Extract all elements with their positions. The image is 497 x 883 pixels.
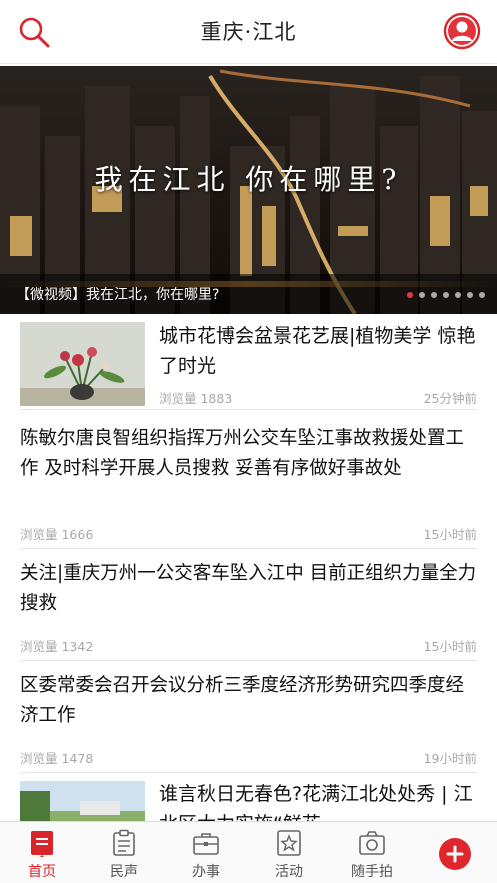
carousel-dots: [407, 292, 485, 298]
briefcase-icon: [193, 833, 219, 855]
news-item[interactable]: 城市花博会盆景花艺展|植物美学 惊艳了时光 浏览量 1883 25分钟前: [20, 314, 477, 410]
news-headline[interactable]: 陈敏尔唐良智组织指挥万州公交车坠江事故救援处置工作 及时科学开展人员搜救 妥善有…: [20, 424, 477, 484]
news-item[interactable]: 关注|重庆万州一公交客车坠入江中 目前正组织力量全力搜救 浏览量 1342 15…: [20, 549, 477, 661]
carousel-dot[interactable]: [467, 292, 473, 298]
news-headline[interactable]: 区委常委会召开会议分析三季度经济形势研究四季度经济工作: [20, 671, 477, 731]
news-timestamp: 15小时前: [423, 527, 477, 542]
bottom-tab-bar: 首页 民声 办事 活动 随手拍: [0, 821, 497, 883]
page-title: 重庆·江北: [200, 20, 297, 44]
carousel-dot[interactable]: [419, 292, 425, 298]
home-doc-icon: [31, 831, 53, 857]
plus-icon[interactable]: [438, 837, 472, 871]
news-timestamp: 25分钟前: [423, 391, 477, 406]
news-view-count: 浏览量 1478: [20, 751, 94, 766]
tab-label: 活动: [275, 864, 303, 880]
carousel-dot[interactable]: [431, 292, 437, 298]
tab-label: 随手拍: [351, 864, 393, 880]
news-timestamp: 15小时前: [423, 639, 477, 654]
news-item[interactable]: 陈敏尔唐良智组织指挥万州公交车坠江事故救援处置工作 及时科学开展人员搜救 妥善有…: [20, 410, 477, 549]
news-feed: 城市花博会盆景花艺展|植物美学 惊艳了时光 浏览量 1883 25分钟前 陈敏尔…: [0, 314, 497, 821]
news-timestamp: 19小时前: [423, 751, 477, 766]
news-headline[interactable]: 关注|重庆万州一公交客车坠入江中 目前正组织力量全力搜救: [20, 559, 477, 619]
tab-label: 首页: [28, 864, 56, 880]
news-view-count: 浏览量 1666: [20, 527, 94, 542]
banner-caption[interactable]: 【微视频】我在江北，你在哪里?: [16, 284, 219, 304]
tab-label: 办事: [192, 864, 220, 880]
news-view-count: 浏览量 1883: [159, 391, 233, 406]
news-headline[interactable]: 谁言秋日无春色?花满江北处处秀 | 江北区大力实施“鲜花: [159, 779, 477, 821]
news-thumbnail-street-flowers: [20, 781, 145, 821]
tab-services[interactable]: 办事: [166, 822, 246, 883]
news-thumbnail-flower-arrangement: [20, 322, 145, 406]
hero-banner[interactable]: 我在江北 你在哪里? 【微视频】我在江北，你在哪里?: [0, 66, 497, 314]
news-item[interactable]: 区委常委会召开会议分析三季度经济形势研究四季度经济工作 浏览量 1478 19小…: [20, 661, 477, 773]
camera-icon: [359, 831, 385, 855]
news-item[interactable]: 谁言秋日无春色?花满江北处处秀 | 江北区大力实施“鲜花: [20, 773, 477, 821]
news-headline[interactable]: 城市花博会盆景花艺展|植物美学 惊艳了时光: [159, 321, 477, 381]
carousel-dot[interactable]: [479, 292, 485, 298]
carousel-dot-active[interactable]: [407, 292, 413, 298]
tab-public-voice[interactable]: 民声: [84, 822, 164, 883]
carousel-dot[interactable]: [455, 292, 461, 298]
tab-home[interactable]: 首页: [2, 822, 82, 883]
tab-label: 民声: [110, 864, 138, 880]
news-view-count: 浏览量 1342: [20, 639, 94, 654]
tab-activities[interactable]: 活动: [249, 822, 329, 883]
carousel-dot[interactable]: [443, 292, 449, 298]
tab-snapshot[interactable]: 随手拍: [332, 822, 412, 883]
star-doc-icon: [277, 830, 301, 856]
top-header: 重庆·江北: [0, 0, 497, 64]
user-avatar-icon[interactable]: [443, 12, 481, 50]
clipboard-icon: [113, 829, 135, 856]
banner-overlay-text: 我在江北 你在哪里?: [94, 163, 403, 196]
